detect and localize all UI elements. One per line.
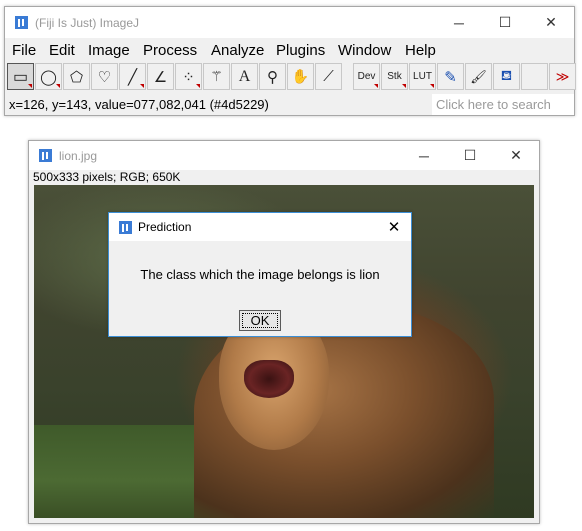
hand-tool-button[interactable]: ✋: [287, 63, 314, 90]
rectangle-tool-icon: ▭: [12, 68, 29, 86]
angle-tool-button[interactable]: ∠: [147, 63, 174, 90]
dev-tool-label: Dev: [357, 71, 376, 82]
oval-tool-button[interactable]: ◯: [35, 63, 62, 90]
multipoint-tool-button[interactable]: ⁘: [175, 63, 202, 90]
dev-menu-tool-button[interactable]: Dev: [353, 63, 380, 90]
color-picker-tool-icon: ⟋: [323, 68, 334, 85]
minimize-button[interactable]: ─: [436, 7, 482, 38]
dialog-title: Prediction: [138, 220, 192, 234]
oval-tool-icon: ◯: [40, 68, 57, 86]
imagej-titlebar: (Fiji Is Just) ImageJ ─ ☐ ✕: [5, 7, 574, 38]
fiji-app-icon: [39, 149, 52, 162]
blank-tool-button[interactable]: [521, 63, 548, 90]
dialog-close-button[interactable]: ✕: [377, 213, 411, 241]
menu-analyze[interactable]: Analyze: [211, 42, 264, 59]
search-input[interactable]: Click here to search: [432, 94, 574, 115]
menu-window[interactable]: Window: [338, 42, 391, 59]
stk-menu-tool-button[interactable]: Stk: [381, 63, 408, 90]
more-tools-icon: ≫: [555, 68, 570, 84]
freehand-tool-button[interactable]: ♡: [91, 63, 118, 90]
multipoint-tool-icon: ⁘: [182, 68, 195, 86]
menu-plugins[interactable]: Plugins: [276, 42, 325, 59]
line-tool-icon: ╱: [127, 68, 138, 86]
menu-file[interactable]: File: [12, 42, 36, 59]
wand-tool-icon: ⚚: [210, 68, 223, 84]
more-tools-button[interactable]: ≫: [549, 63, 576, 90]
image-info: 500x333 pixels; RGB; 650K: [33, 170, 181, 184]
dialog-titlebar: Prediction ✕: [109, 213, 411, 241]
stk-tool-label: Stk: [387, 71, 402, 82]
wand-tool-button[interactable]: ⚚: [203, 63, 230, 90]
magnifier-tool-icon: ⚲: [267, 68, 278, 86]
maximize-button[interactable]: ☐: [482, 7, 528, 38]
menu-bar: File Edit Image Process Analyze Plugins …: [5, 38, 574, 62]
angle-tool-icon: ∠: [153, 68, 168, 86]
status-readout: x=126, y=143, value=077,082,041 (#4d5229…: [9, 97, 269, 112]
menu-help[interactable]: Help: [405, 42, 436, 59]
fiji-app-icon: [15, 16, 28, 29]
image-window-titlebar: lion.jpg ─ ☐ ✕: [29, 141, 539, 170]
image-window-title: lion.jpg: [59, 149, 98, 163]
lion-mouth: [244, 360, 294, 398]
menu-process[interactable]: Process: [143, 42, 197, 59]
status-bar: x=126, y=143, value=077,082,041 (#4d5229…: [5, 91, 574, 117]
window-title: (Fiji Is Just) ImageJ: [35, 16, 140, 30]
color-picker-tool-button[interactable]: ⟋: [315, 63, 342, 90]
freehand-tool-icon: ♡: [97, 68, 112, 86]
line-tool-button[interactable]: ╱: [119, 63, 146, 90]
brush-tool-button[interactable]: 🖌: [465, 63, 492, 90]
lut-tool-label: LUT: [413, 71, 432, 82]
ok-button[interactable]: OK: [239, 310, 281, 331]
text-tool-button[interactable]: A: [231, 63, 258, 90]
close-button[interactable]: ✕: [528, 7, 574, 38]
rectangle-tool-button[interactable]: ▭: [7, 63, 34, 90]
fiji-app-icon: [119, 221, 132, 234]
maximize-button[interactable]: ☐: [447, 141, 493, 170]
pencil-tool-icon: ✎: [444, 68, 457, 86]
flood-fill-tool-button[interactable]: ⛾: [493, 63, 520, 90]
pencil-tool-button[interactable]: ✎: [437, 63, 464, 90]
text-tool-icon: A: [238, 67, 251, 85]
brush-tool-icon: 🖌: [470, 68, 487, 84]
close-button[interactable]: ✕: [493, 141, 539, 170]
menu-edit[interactable]: Edit: [49, 42, 75, 59]
magnifier-tool-button[interactable]: ⚲: [259, 63, 286, 90]
polygon-tool-icon: ⬠: [69, 68, 84, 86]
imagej-main-window: (Fiji Is Just) ImageJ ─ ☐ ✕ File Edit Im…: [4, 6, 576, 117]
menu-image[interactable]: Image: [88, 42, 130, 59]
tool-bar: ▭ ◯ ⬠ ♡ ╱ ∠ ⁘ ⚚ A ⚲ ✋ ⟋ Dev Stk LUT ✎ 🖌 …: [5, 62, 576, 91]
lut-menu-tool-button[interactable]: LUT: [409, 63, 436, 90]
dialog-message: The class which the image belongs is lio…: [140, 267, 380, 282]
prediction-dialog: Prediction ✕ The class which the image b…: [108, 212, 412, 337]
polygon-tool-button[interactable]: ⬠: [63, 63, 90, 90]
flood-fill-tool-icon: ⛾: [500, 67, 513, 83]
minimize-button[interactable]: ─: [401, 141, 447, 170]
hand-tool-icon: ✋: [291, 68, 310, 84]
